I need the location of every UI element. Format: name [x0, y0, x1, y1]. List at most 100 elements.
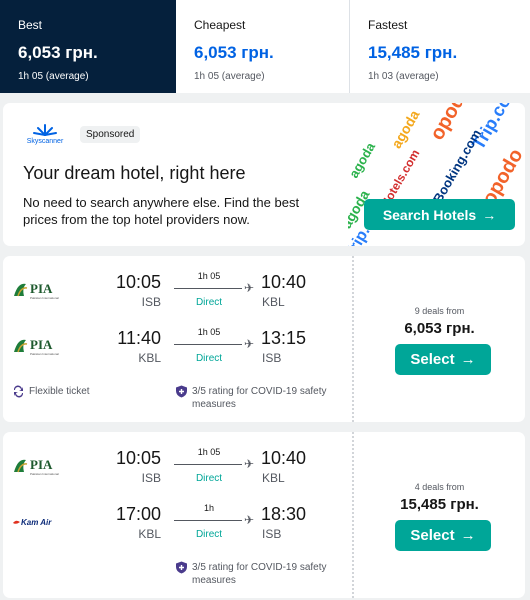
arrival-airport: KBL — [262, 295, 285, 309]
plane-icon: ✈ — [244, 337, 255, 351]
ad-text: No need to search anywhere else. Find th… — [23, 195, 300, 227]
deals-count: 4 deals from — [414, 482, 465, 492]
itinerary: PIA Pakistan International 10:05 ISB 1h … — [3, 432, 352, 598]
sponsored-hotel-ad[interactable]: Skyscanner Sponsored Your dream hotel, r… — [3, 103, 525, 246]
result-price: 15,485 грн. — [400, 496, 479, 513]
svg-text:Kam Air: Kam Air — [21, 518, 52, 527]
departure-time: 11:40 — [117, 328, 161, 348]
return-leg: PIA Pakistan International 11:40 KBL 1h … — [3, 324, 352, 368]
sort-tabs: Best 6,053 грн. 1h 05 (average) Cheapest… — [0, 0, 530, 93]
flight-duration: 1h 05 — [197, 447, 221, 457]
tab-cheapest[interactable]: Cheapest 6,053 грн. 1h 05 (average) — [176, 0, 350, 93]
tab-label: Fastest — [368, 18, 408, 32]
route-line-bar — [174, 520, 242, 521]
departure-time: 17:00 — [115, 504, 161, 524]
stops-label: Direct — [195, 529, 223, 540]
kam-air-logo: Kam Air — [12, 510, 62, 534]
tab-price: 15,485 грн. — [368, 43, 458, 62]
covid-rating-feature: 3/5 rating for COVID-19 safety measures — [175, 385, 345, 411]
svg-text:Pakistan International: Pakistan International — [30, 296, 59, 300]
arrow-right-icon: → — [482, 206, 497, 223]
tab-price: 6,053 грн. — [18, 43, 98, 62]
route-line-bar — [174, 464, 242, 465]
price-section: 4 deals from 15,485 грн. Select → — [354, 432, 525, 598]
flight-duration: 1h 05 — [197, 271, 221, 281]
flexible-ticket-label: Flexible ticket — [29, 386, 90, 397]
svg-text:PIA: PIA — [30, 337, 53, 352]
price-section: 9 deals from 6,053 грн. Select → — [354, 256, 525, 422]
departure-time: 10:05 — [115, 272, 161, 292]
svg-text:PIA: PIA — [30, 457, 53, 472]
stops-label: Direct — [195, 297, 223, 308]
route-line: 1h 05 ✈ Direct — [174, 324, 254, 368]
route-line: 1h 05 ✈ Direct — [174, 444, 254, 488]
covid-rating-feature: 3/5 rating for COVID-19 safety measures — [175, 561, 345, 587]
arrival-time: 13:15 — [261, 328, 307, 348]
route-line-bar — [174, 344, 242, 345]
pia-logo: PIA Pakistan International — [12, 454, 62, 478]
flight-result-card[interactable]: PIA Pakistan International 10:05 ISB 1h … — [3, 432, 525, 598]
select-button[interactable]: Select → — [395, 520, 491, 551]
arrival-time: 18:30 — [261, 504, 307, 524]
svg-text:Pakistan International: Pakistan International — [30, 352, 59, 356]
tab-label: Cheapest — [194, 18, 246, 32]
select-label: Select — [410, 351, 455, 368]
route-line-bar — [174, 288, 242, 289]
return-leg: Kam Air 17:00 KBL 1h ✈ Direct 18:30 ISB — [3, 500, 352, 544]
flight-duration: 1h 05 — [197, 327, 221, 337]
plane-icon: ✈ — [244, 457, 255, 471]
select-label: Select — [410, 527, 455, 544]
shield-icon — [176, 561, 187, 574]
svg-text:PIA: PIA — [30, 281, 53, 296]
arrival-time: 10:40 — [261, 448, 307, 468]
flexible-ticket-feature: Flexible ticket — [12, 385, 90, 398]
skyscanner-wordmark: Skyscanner — [26, 138, 64, 145]
tab-price: 6,053 грн. — [194, 43, 274, 62]
outbound-leg: PIA Pakistan International 10:05 ISB 1h … — [3, 268, 352, 312]
shield-icon — [176, 385, 187, 398]
arrival-time: 10:40 — [261, 272, 307, 292]
arrival-airport: ISB — [262, 527, 282, 541]
result-price: 6,053 грн. — [404, 320, 475, 337]
arrival-airport: ISB — [262, 351, 282, 365]
outbound-leg: PIA Pakistan International 10:05 ISB 1h … — [3, 444, 352, 488]
svg-text:Pakistan International: Pakistan International — [30, 472, 59, 476]
plane-icon: ✈ — [244, 281, 255, 295]
departure-airport: KBL — [138, 527, 161, 541]
route-line: 1h 05 ✈ Direct — [174, 268, 254, 312]
route-line: 1h ✈ Direct — [174, 500, 254, 544]
partner-logo-agoda: agoda — [348, 139, 379, 181]
departure-airport: ISB — [141, 471, 161, 485]
departure-airport: ISB — [141, 295, 161, 309]
tab-duration: 1h 03 (average) — [368, 71, 439, 82]
stops-label: Direct — [195, 473, 223, 484]
deals-count: 9 deals from — [414, 306, 465, 316]
covid-rating-label: 3/5 rating for COVID-19 safety measures — [192, 562, 327, 586]
search-hotels-button[interactable]: Search Hotels → — [364, 199, 515, 230]
tab-fastest[interactable]: Fastest 15,485 грн. 1h 03 (average) — [350, 0, 530, 93]
departure-airport: KBL — [138, 351, 161, 365]
select-button[interactable]: Select → — [395, 344, 491, 375]
pia-logo: PIA Pakistan International — [12, 334, 62, 358]
stops-label: Direct — [195, 353, 223, 364]
sponsored-badge: Sponsored — [80, 126, 141, 143]
arrival-airport: KBL — [262, 471, 285, 485]
tab-duration: 1h 05 (average) — [194, 71, 265, 82]
covid-rating-label: 3/5 rating for COVID-19 safety measures — [192, 386, 327, 410]
ad-title: Your dream hotel, right here — [23, 163, 246, 183]
pia-logo: PIA Pakistan International — [12, 278, 62, 302]
itinerary: PIA Pakistan International 10:05 ISB 1h … — [3, 256, 352, 422]
tab-label: Best — [18, 18, 43, 32]
departure-time: 10:05 — [115, 448, 161, 468]
search-hotels-label: Search Hotels — [382, 206, 477, 223]
tab-best[interactable]: Best 6,053 грн. 1h 05 (average) — [0, 0, 176, 93]
arrow-right-icon: → — [460, 351, 476, 368]
flexible-ticket-icon — [13, 385, 24, 398]
plane-icon: ✈ — [244, 513, 255, 527]
tab-duration: 1h 05 (average) — [18, 71, 89, 82]
flight-result-card[interactable]: PIA Pakistan International 10:05 ISB 1h … — [3, 256, 525, 422]
arrow-right-icon: → — [460, 527, 476, 544]
skyscanner-logo: Skyscanner — [25, 123, 65, 145]
flight-duration: 1h — [203, 503, 214, 513]
skyscanner-sun-icon — [33, 124, 57, 136]
